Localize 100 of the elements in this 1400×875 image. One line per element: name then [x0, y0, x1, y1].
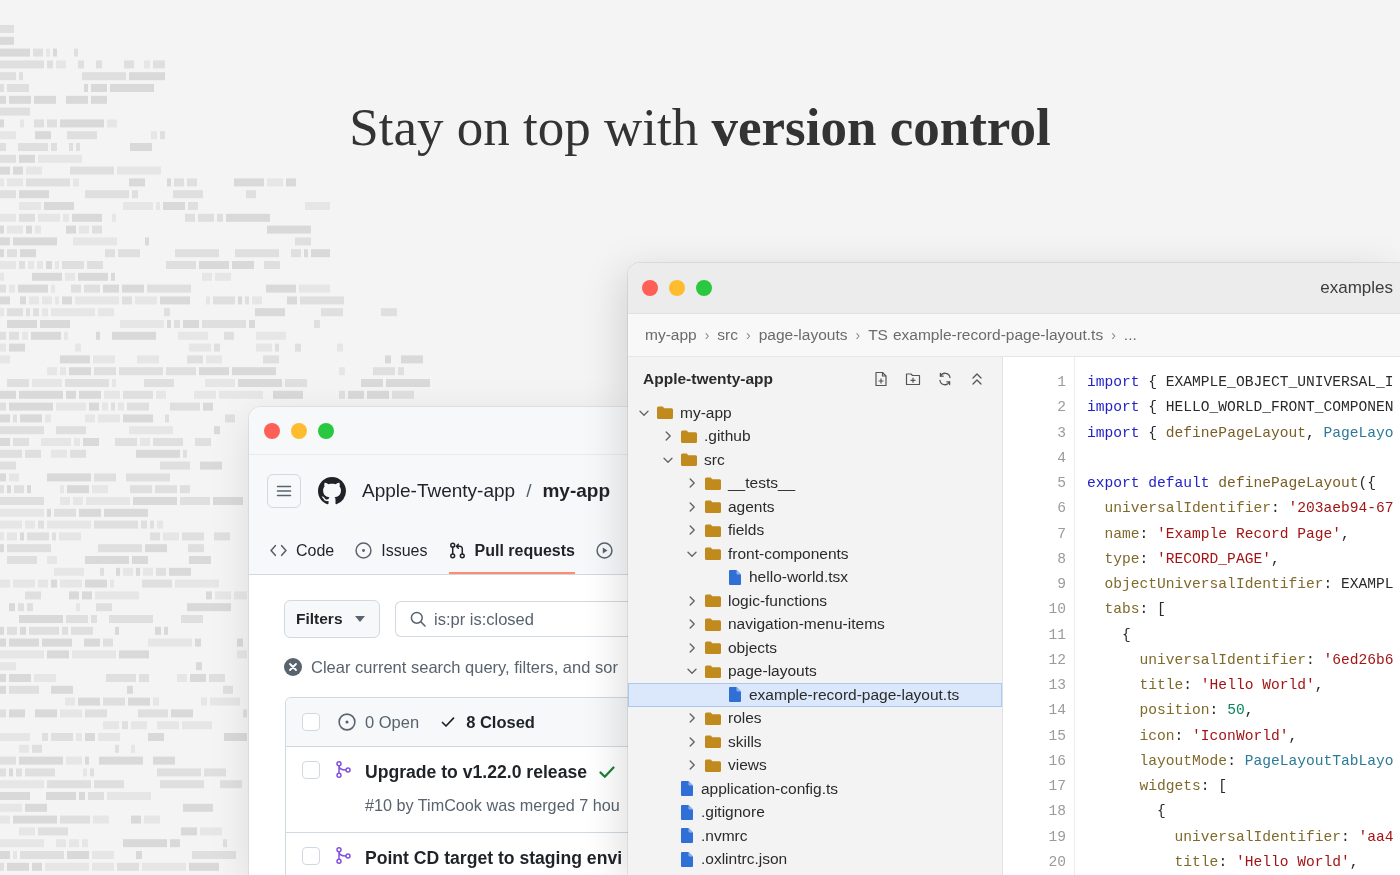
filters-button[interactable]: Filters — [284, 600, 380, 638]
line-number: 8 — [1057, 549, 1066, 569]
breadcrumb-separator: › — [746, 327, 751, 343]
code-line: import { definePageLayout, PageLayo — [1087, 424, 1394, 441]
tree-item[interactable]: skills — [628, 730, 1002, 754]
tree-item[interactable]: logic-functions — [628, 589, 1002, 613]
line-number: 1 — [1057, 373, 1066, 392]
cat-logo-icon[interactable] — [318, 477, 346, 505]
folder-icon — [705, 500, 721, 514]
code-line: position: 50, — [1138, 702, 1254, 719]
file-type-label: TS — [868, 326, 888, 344]
line-number: 3 — [1057, 423, 1066, 443]
state-filter-link[interactable]: 0 Open — [338, 712, 420, 732]
tree-item[interactable]: application-config.ts — [628, 777, 1002, 801]
tree-item[interactable]: navigation-menu-items — [628, 612, 1002, 636]
caret-down-icon — [355, 616, 365, 622]
menu-icon — [276, 483, 292, 499]
line-number: 14 — [1048, 701, 1066, 721]
breadcrumb-separator: › — [1111, 327, 1116, 343]
breadcrumb-link[interactable]: my-app — [645, 326, 697, 344]
tree-item[interactable]: example-record-page-layout.ts — [628, 683, 1002, 707]
folder-icon — [705, 594, 721, 608]
tree-item[interactable]: hello-world.tsx — [628, 565, 1002, 589]
play-circle-icon — [596, 542, 613, 559]
code-line: title: 'Hello World', — [1138, 677, 1324, 693]
tree-item[interactable]: roles — [628, 706, 1002, 730]
refresh-icon[interactable] — [937, 371, 953, 387]
code-line: universalIdentifier: '6ed26b6 — [1138, 651, 1394, 668]
owner-link[interactable]: Apple-Twenty-app — [362, 480, 516, 502]
tree-item[interactable]: __tests__ — [628, 471, 1002, 495]
code-line: universalIdentifier: '203aeb94-67 — [1103, 500, 1394, 517]
tree-item[interactable]: my-app — [628, 401, 1002, 425]
pull-request-meta-text: #10 by TimCook was merged 7 hou — [365, 795, 620, 816]
tree-item[interactable]: front-components — [628, 542, 1002, 566]
line-number: 7 — [1057, 524, 1066, 544]
path-separator: / — [526, 480, 532, 502]
line-number: 9 — [1057, 575, 1066, 594]
state-filter-link[interactable]: 8 Closed — [441, 712, 535, 732]
code-line: name: 'Example Record Page', — [1103, 525, 1350, 542]
checkbox[interactable] — [302, 847, 320, 865]
line-number: 19 — [1048, 827, 1066, 847]
file-icon — [681, 804, 693, 820]
line-number: 10 — [1048, 600, 1066, 620]
tree-item[interactable]: .gitignore — [628, 800, 1002, 824]
clear-filters-button[interactable]: Clear current search query, filters, and sor — [284, 657, 618, 677]
pull-request-title-link[interactable]: Upgrade to v1.22.0 release — [365, 761, 587, 783]
folder-icon — [705, 641, 721, 655]
window-title: examples — [1320, 278, 1393, 298]
tree-item[interactable]: src — [628, 448, 1002, 472]
breadcrumb-link[interactable]: src — [717, 326, 739, 344]
close-circle-icon — [284, 658, 302, 676]
line-number: 6 — [1057, 499, 1066, 519]
folder-icon — [705, 735, 721, 749]
tree-item[interactable]: .oxlintrc.json — [628, 847, 1002, 871]
code-line: { — [1121, 626, 1131, 643]
line-number: 15 — [1048, 726, 1066, 746]
pull-request-icon — [448, 542, 466, 559]
tree-item[interactable]: objects — [628, 636, 1002, 660]
tree-item[interactable]: agents — [628, 495, 1002, 519]
line-number: 12 — [1048, 650, 1066, 670]
folder-icon — [705, 711, 721, 725]
check-icon — [441, 715, 456, 729]
line-number: 2 — [1057, 398, 1066, 418]
file-icon — [729, 569, 741, 585]
tree-item[interactable]: .nvmrc — [628, 824, 1002, 848]
project-title: Apple-twenty-app — [643, 370, 774, 388]
code-icon — [270, 542, 287, 559]
repository-link[interactable]: my-app — [542, 480, 610, 502]
window-close-button[interactable] — [264, 422, 280, 439]
tree-item[interactable]: page-layouts — [628, 659, 1002, 683]
tab[interactable]: Issues — [355, 529, 428, 574]
breadcrumb-separator: › — [704, 327, 710, 343]
circle-dot-icon — [355, 542, 373, 559]
checkbox[interactable] — [302, 713, 320, 731]
breadcrumb-link[interactable]: page-layouts — [758, 326, 848, 344]
code-line: { — [1156, 803, 1166, 820]
code-line: layoutMode: PageLayoutTabLayo — [1138, 752, 1394, 769]
line-number: 18 — [1048, 802, 1066, 822]
tree-item[interactable]: fields — [628, 518, 1002, 542]
window-close-button[interactable] — [642, 280, 658, 296]
new-folder-icon[interactable] — [905, 371, 921, 387]
checkbox[interactable] — [302, 761, 320, 779]
line-number: 11 — [1048, 625, 1066, 645]
new-file-icon[interactable] — [873, 371, 889, 387]
menu-button[interactable] — [267, 474, 301, 508]
code-line: type: 'RECORD_PAGE', — [1103, 550, 1280, 567]
search-field[interactable]: is:pr is:closed — [395, 601, 628, 637]
file-icon — [681, 851, 693, 867]
breadcrumb-link[interactable]: example-record-page-layout.ts — [892, 326, 1104, 344]
code-line: icon: 'IconWorld', — [1138, 727, 1298, 744]
breadcrumb-link[interactable]: ... — [1123, 326, 1137, 344]
file-icon — [729, 687, 741, 703]
folder-icon — [681, 429, 697, 443]
line-number: 20 — [1048, 852, 1066, 872]
tree-item[interactable]: .github — [628, 424, 1002, 448]
code-line: import { HELLO_WORLD_FRONT_COMPONEN — [1087, 399, 1394, 416]
tab[interactable]: Code — [270, 529, 335, 574]
code-line: universalIdentifier: 'aa4 — [1173, 828, 1394, 845]
tree-item[interactable]: views — [628, 753, 1002, 777]
pull-request-title-link[interactable]: Point CD target to staging envi — [365, 847, 623, 869]
